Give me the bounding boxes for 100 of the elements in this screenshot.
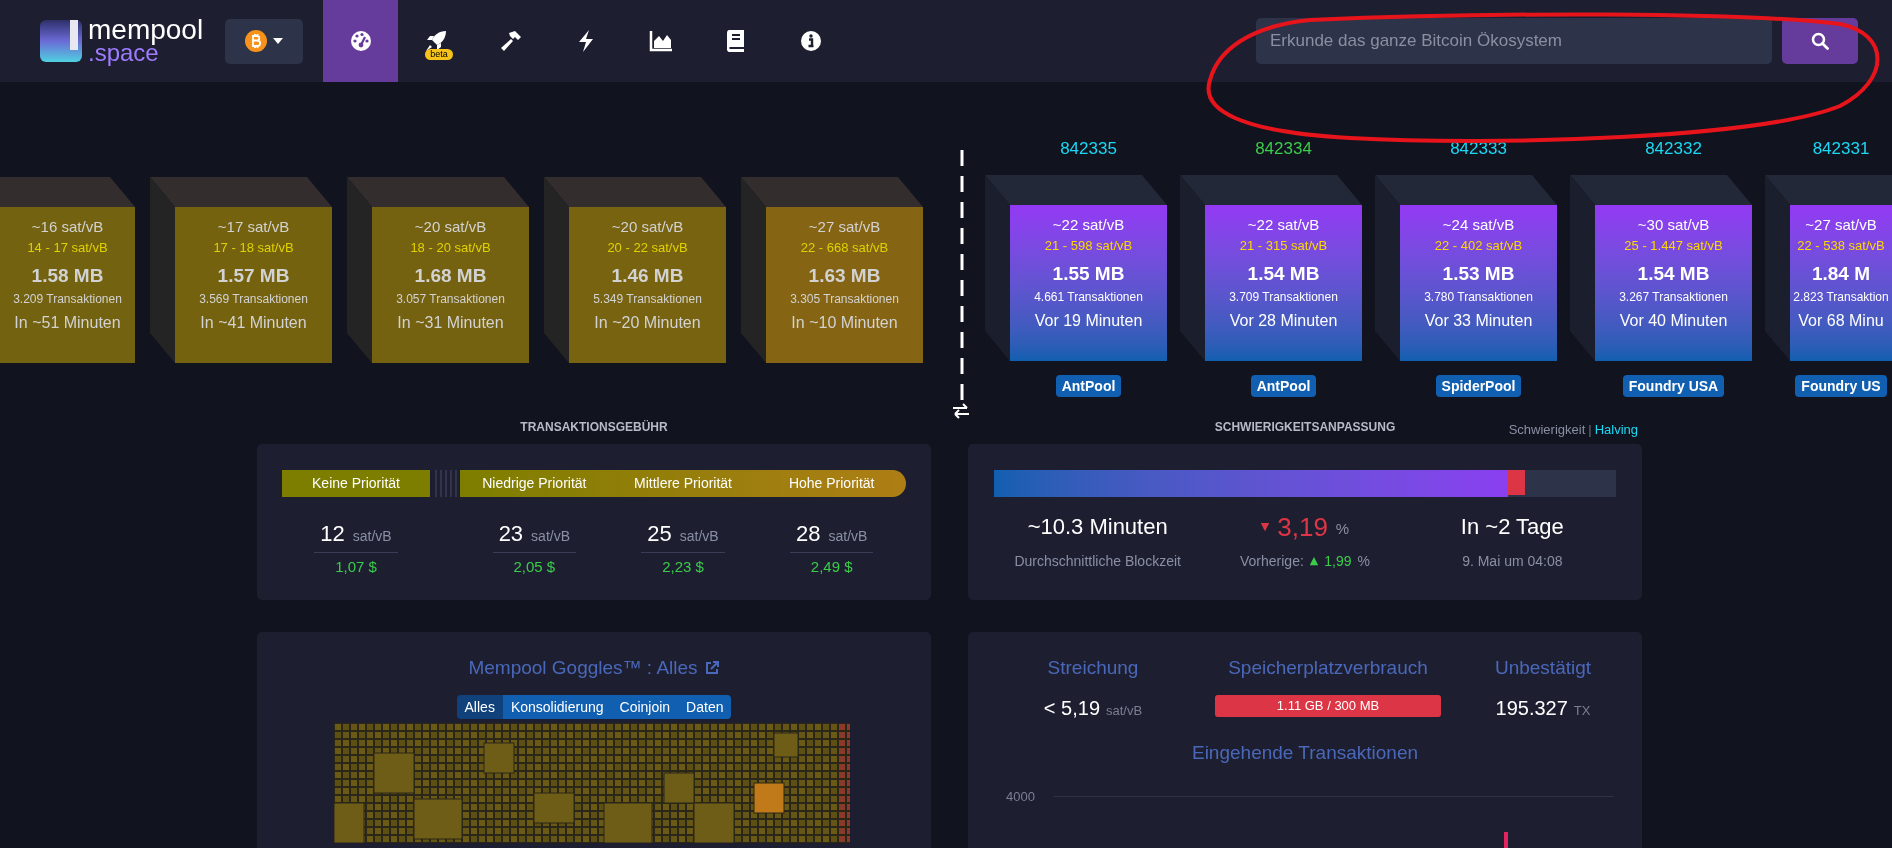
block-age: Vor 68 Minu [1798, 311, 1884, 331]
fee-usd: 2,23 $ [662, 557, 704, 577]
mempool-block[interactable]: ~17 sat/vB 17 - 18 sat/vB 1.57 MB 3.569 Transaktionen In ~41 Minuten [175, 207, 332, 363]
fee-range: 20 - 22 sat/vB [607, 239, 688, 257]
difficulty-tab[interactable]: Halving [1594, 420, 1638, 440]
mined-block[interactable]: ~22 sat/vB 21 - 315 sat/vB 1.54 MB 3.709 Transaktionen Vor 28 Minuten [1205, 205, 1362, 361]
difficulty-change: 3,19 [1277, 511, 1328, 543]
median-fee: ~16 sat/vB [31, 217, 104, 237]
stat-unit: TX [1573, 701, 1591, 720]
swap-icon[interactable] [952, 402, 970, 420]
block-size: 1.57 MB [217, 264, 290, 288]
fee-range: 22 - 402 sat/vB [1434, 237, 1523, 255]
search-field[interactable]: Erkunde das ganze Bitcoin Ökosystem [1256, 18, 1772, 64]
fee-value: 25 [647, 520, 672, 548]
median-fee: ~27 sat/vB [808, 217, 881, 237]
percent-unit: % [1335, 518, 1350, 539]
transaction-count: 4.661 Transaktionen [1034, 289, 1143, 306]
estimated-time: In ~51 Minuten [14, 313, 121, 333]
mempool-block[interactable]: ~20 sat/vB 18 - 20 sat/vB 1.68 MB 3.057 Transaktionen In ~31 Minuten [372, 207, 529, 363]
hammer-icon [499, 30, 522, 52]
caption: Vorherige: [1240, 552, 1304, 571]
percent-unit: % [1357, 552, 1370, 571]
median-fee: ~20 sat/vB [414, 217, 487, 237]
currency-dropdown[interactable] [225, 18, 304, 64]
transaction-count: 3.569 Transaktionen [199, 291, 308, 308]
median-fee: ~17 sat/vB [217, 217, 290, 237]
fee-usd: 2,49 $ [810, 557, 853, 577]
block-size: 1.55 MB [1052, 262, 1125, 286]
fee-unit: sat/vB [679, 527, 719, 546]
mined-block[interactable]: ~27 sat/vB 22 - 538 sat/vB 1.84 M 2.823 Transaktion Vor 68 Minu [1790, 205, 1892, 361]
filter-tab[interactable]: Daten [678, 694, 732, 719]
difficulty-tab[interactable]: Schwierigkeit [1508, 420, 1586, 440]
block-height[interactable]: 842335 [1010, 139, 1167, 159]
transaction-count: 2.823 Transaktion [1793, 289, 1889, 306]
stat-label: Unbestätigt [1494, 656, 1592, 680]
rocket-icon [424, 30, 447, 52]
mined-block[interactable]: ~30 sat/vB 25 - 1.447 sat/vB 1.54 MB 3.267 Transaktionen Vor 40 Minuten [1595, 205, 1752, 361]
stat-value: ~10.3 Minuten [1027, 513, 1168, 541]
block-height[interactable]: 842331 [1790, 139, 1892, 159]
change-arrow: ▼ [1260, 518, 1270, 535]
caption: 9. Mai um 04:08 [1462, 552, 1563, 571]
filter-tab[interactable]: Alles [456, 694, 503, 719]
block-size: 1.63 MB [808, 264, 881, 288]
fee-range: 17 - 18 sat/vB [213, 239, 294, 257]
fee-unit: sat/vB [531, 527, 570, 546]
memory-usage-text: 1.11 GB / 300 MB [1275, 696, 1381, 715]
change-arrow: ▲ [1309, 553, 1319, 570]
stat-unit: sat/vB [1106, 701, 1143, 720]
block-height[interactable]: 842332 [1595, 139, 1752, 159]
info-icon [799, 30, 822, 52]
area-chart-icon [648, 30, 673, 52]
mempool-block[interactable]: ~20 sat/vB 20 - 22 sat/vB 1.46 MB 5.349 Transaktionen In ~20 Minuten [569, 207, 726, 363]
caption: Durchschnittliche Blockzeit [1014, 552, 1181, 571]
stat-label: Speicherplatzverbrauch [1228, 656, 1428, 680]
mining-pool-badge[interactable]: Foundry US [1795, 375, 1887, 397]
transaction-count: 3.209 Transaktionen [13, 291, 122, 308]
mining-pool-badge[interactable]: AntPool [1250, 375, 1317, 397]
mined-block[interactable]: ~22 sat/vB 21 - 598 sat/vB 1.55 MB 4.661 Transaktionen Vor 19 Minuten [1010, 205, 1167, 361]
external-link-icon[interactable] [703, 660, 720, 677]
fee-range: 14 - 17 sat/vB [27, 239, 108, 257]
fee-value: 23 [498, 520, 524, 548]
mined-block[interactable]: ~24 sat/vB 22 - 402 sat/vB 1.53 MB 3.780 Transaktionen Vor 33 Minuten [1400, 205, 1557, 361]
book-icon [725, 30, 746, 52]
fee-range: 21 - 315 sat/vB [1239, 237, 1328, 255]
mining-pool-badge[interactable]: Foundry USA [1622, 375, 1725, 397]
filter-tab[interactable]: Konsolidierung [502, 694, 612, 719]
priority-label: Hohe Priorität [787, 474, 876, 493]
priority-label: Mittlere Priorität [633, 474, 733, 493]
stat-value: < 5,19 [1043, 695, 1100, 721]
logo-icon[interactable] [40, 20, 82, 62]
median-fee: ~30 sat/vB [1637, 215, 1710, 235]
search-icon [1811, 32, 1829, 50]
estimated-time: In ~20 Minuten [594, 313, 701, 333]
fee-value: 28 [795, 520, 821, 548]
block-size: 1.53 MB [1442, 262, 1515, 286]
block-size: 1.58 MB [31, 264, 104, 288]
mempool-block[interactable]: ~16 sat/vB 14 - 17 sat/vB 1.58 MB 3.209 Transaktionen In ~51 Minuten [0, 207, 135, 363]
block-height[interactable]: 842333 [1400, 139, 1557, 159]
nav-tab[interactable] [323, 0, 399, 82]
chart-title: Eingehende Transaktionen [1191, 740, 1419, 765]
stat-value: 195.327 [1495, 695, 1568, 721]
search-button[interactable] [1782, 18, 1858, 64]
fee-range: 22 - 538 sat/vB [1797, 237, 1885, 255]
mining-pool-badge[interactable]: SpiderPool [1435, 375, 1522, 397]
nav-tab[interactable]: beta [398, 0, 474, 82]
transaction-count: 3.057 Transaktionen [396, 291, 505, 308]
block-size: 1.54 MB [1247, 262, 1320, 286]
median-fee: ~22 sat/vB [1052, 215, 1125, 235]
mining-pool-badge[interactable]: AntPool [1055, 375, 1122, 397]
beta-badge: beta [425, 49, 453, 60]
block-age: Vor 33 Minuten [1424, 311, 1533, 331]
block-size: 1.54 MB [1637, 262, 1710, 286]
mempool-block[interactable]: ~27 sat/vB 22 - 668 sat/vB 1.63 MB 3.305 Transaktionen In ~10 Minuten [766, 207, 923, 363]
chart-bar-drawing [1504, 832, 1508, 848]
gauge-icon [349, 30, 372, 52]
filter-tab[interactable]: Coinjoin [611, 694, 679, 719]
block-height[interactable]: 842334 [1205, 139, 1362, 159]
bitcoin-icon [245, 30, 268, 52]
estimated-time: In ~10 Minuten [791, 313, 898, 333]
caret-icon [273, 38, 284, 44]
